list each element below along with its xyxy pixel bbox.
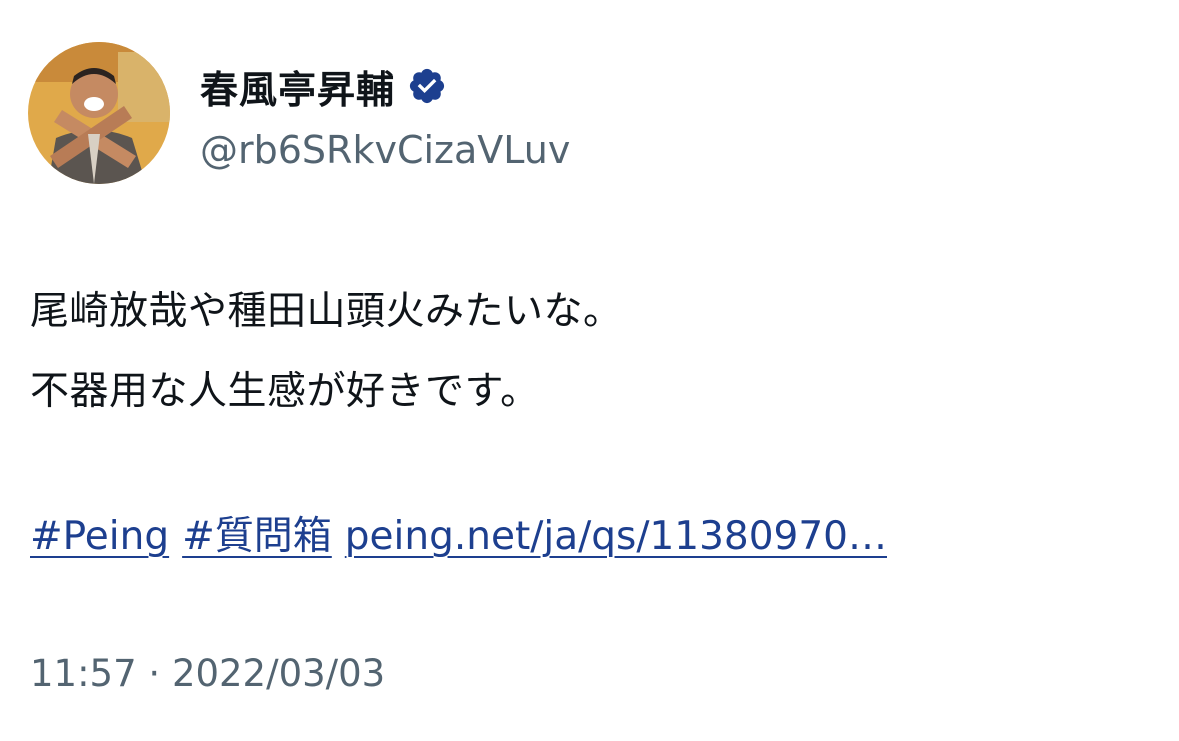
avatar[interactable]	[28, 42, 170, 184]
name-row: 春風亭昇輔	[200, 60, 570, 112]
avatar-photo	[28, 42, 170, 184]
tweet-text-line-2: 不器用な人生感が好きです。	[30, 369, 540, 414]
tweet-header: 春風亭昇輔 @rb6SRkvCizaVLuv	[28, 42, 570, 186]
hashtag-peing-link[interactable]: #Peing	[30, 514, 169, 559]
author-names: 春風亭昇輔 @rb6SRkvCizaVLuv	[200, 60, 570, 173]
handle[interactable]: @rb6SRkvCizaVLuv	[200, 128, 570, 172]
verified-badge-icon	[407, 66, 447, 106]
tweet-links: #Peing #質問箱 peing.net/ja/qs/11380970…	[30, 507, 900, 567]
tweet-timestamp: 11:57 · 2022/03/03	[30, 652, 385, 695]
tweet-text: 尾崎放哉や種田山頭火みたいな。 不器用な人生感が好きです。	[30, 272, 623, 432]
timestamp-separator: ·	[148, 652, 161, 695]
tweet-date[interactable]: 2022/03/03	[172, 652, 385, 695]
display-name[interactable]: 春風亭昇輔	[200, 59, 395, 114]
tweet: 春風亭昇輔 @rb6SRkvCizaVLuv 尾崎放哉や種田山頭火みたいな。 不…	[0, 0, 1179, 741]
hashtag-question-box-link[interactable]: #質問箱	[182, 514, 332, 559]
tweet-time[interactable]: 11:57	[30, 652, 137, 695]
tweet-text-line-1: 尾崎放哉や種田山頭火みたいな。	[30, 289, 623, 334]
peing-url-link[interactable]: peing.net/ja/qs/11380970…	[345, 514, 887, 559]
